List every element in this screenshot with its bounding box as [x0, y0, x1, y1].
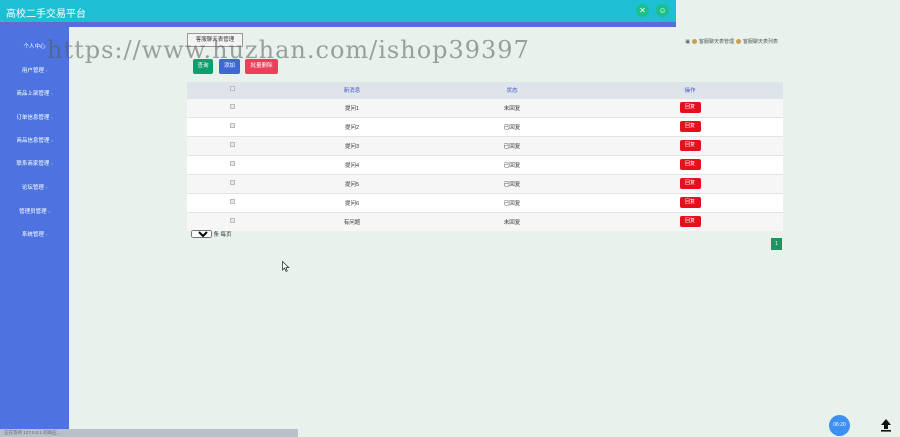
reply-button[interactable]: 回复 [679, 178, 701, 189]
mouse-cursor-icon [282, 261, 290, 272]
chevron-right-icon: › [51, 161, 53, 166]
cell-message: 提问3 [344, 143, 360, 150]
cell-message: 提问6 [344, 200, 360, 207]
page-size-control: 10 条 每页 [191, 230, 232, 238]
header-strip [0, 22, 676, 27]
clock-badge: 06:20 [829, 415, 850, 436]
chevron-right-icon: › [51, 91, 53, 96]
settings-icon[interactable]: ✕ [636, 4, 649, 17]
row-checkbox[interactable] [229, 218, 235, 224]
row-checkbox[interactable] [229, 104, 235, 109]
chevron-right-icon: › [45, 68, 48, 73]
cell-status: 已回复 [503, 181, 521, 188]
reply-button[interactable]: 回复 [679, 121, 701, 132]
cell-status: 已回复 [503, 200, 521, 207]
reply-button[interactable]: 回复 [679, 140, 701, 151]
cell-message: 提问5 [344, 181, 360, 188]
table-row: 提问5 已回复 回复 [187, 174, 783, 193]
chevron-right-icon: › [48, 209, 50, 214]
table-row: 提问3 已回复 回复 [187, 136, 783, 155]
table-row: 提问6 已回复 回复 [187, 193, 783, 212]
back-to-top-icon[interactable] [880, 418, 892, 432]
sidebar-item-goods[interactable]: 商品信息管理 › [0, 136, 69, 144]
sidebar-item-users[interactable]: 用户管理 › [0, 66, 69, 74]
chevron-right-icon: › [51, 138, 53, 143]
cell-message: 提问2 [344, 124, 360, 131]
table-row: 有问题 未回复 回复 [187, 212, 783, 231]
page-size-suffix: 条 每页 [213, 232, 232, 238]
top-header: 高校二手交易平台 ✕ ☺ [0, 0, 676, 22]
chevron-right-icon: › [45, 232, 48, 237]
reply-button[interactable]: 回复 [679, 216, 701, 228]
page-1-button[interactable]: 1 [771, 238, 782, 250]
sidebar-item-listing[interactable]: 商品上架管理 › [0, 89, 69, 97]
cell-message: 有问题 [343, 219, 361, 226]
sidebar-item-system[interactable]: 系统管理 › [0, 230, 69, 238]
reply-button[interactable]: 回复 [679, 159, 701, 170]
cell-status: 已回复 [503, 124, 521, 131]
row-checkbox[interactable] [229, 180, 235, 185]
sidebar-item-forum[interactable]: 论坛管理 › [0, 183, 69, 191]
reply-button[interactable]: 回复 [679, 102, 701, 113]
user-icon[interactable]: ☺ [656, 4, 669, 17]
row-checkbox[interactable] [229, 142, 235, 147]
reply-button[interactable]: 回复 [679, 197, 701, 208]
page-size-select[interactable]: 10 [191, 230, 212, 238]
sidebar: 个人中心 用户管理 › 商品上架管理 › 订单信息管理 › 商品信息管理 › 联系商家管… [0, 27, 69, 437]
table-row: 提问4 已回复 回复 [187, 155, 783, 174]
header-action: 操作 [684, 87, 696, 94]
chevron-right-icon: › [45, 185, 48, 190]
table-header-row: 新消息 状态 操作 [187, 82, 783, 98]
home-icon[interactable]: ▣ [685, 39, 690, 45]
chevron-right-icon: › [51, 115, 53, 120]
header-message: 新消息 [343, 87, 361, 94]
watermark: https://www.huzhan.com/ishop39397 [47, 36, 530, 64]
sidebar-item-orders[interactable]: 订单信息管理 › [0, 113, 69, 121]
cell-status: 已回复 [503, 162, 521, 169]
breadcrumb-dot-icon [691, 39, 697, 44]
header-status: 状态 [506, 87, 518, 94]
row-checkbox[interactable] [229, 123, 235, 128]
breadcrumb-dot-icon [735, 39, 741, 44]
table-row: 提问1 未回复 回复 [187, 98, 783, 117]
chat-table: 新消息 状态 操作 提问1 未回复 回复 提问2 已回复 回复 提问3 已回复 回复 提问4… [187, 82, 783, 231]
app-title: 高校二手交易平台 [6, 9, 86, 20]
select-all-checkbox[interactable] [229, 86, 235, 92]
sidebar-item-admins[interactable]: 管理员管理 › [0, 207, 69, 215]
breadcrumb-part2: 客服聊天表列表 [742, 39, 778, 45]
cell-message: 提问4 [344, 162, 360, 169]
header-select [187, 82, 277, 98]
row-checkbox[interactable] [229, 199, 235, 204]
cell-status: 未回复 [503, 105, 521, 112]
cell-status: 已回复 [503, 143, 521, 150]
breadcrumb-part1[interactable]: 客服聊天表管理 [699, 39, 734, 45]
cell-message: 提问1 [344, 105, 360, 112]
sidebar-item-contact[interactable]: 联系商家管理 › [0, 159, 69, 167]
browser-status-bar: 正在等待 127.0.0.1 的响应... [0, 429, 298, 437]
row-checkbox[interactable] [229, 161, 235, 166]
breadcrumb: ▣ 客服聊天表管理 客服聊天表列表 [685, 38, 778, 45]
table-row: 提问2 已回复 回复 [187, 117, 783, 136]
cell-status: 未回复 [503, 219, 521, 226]
